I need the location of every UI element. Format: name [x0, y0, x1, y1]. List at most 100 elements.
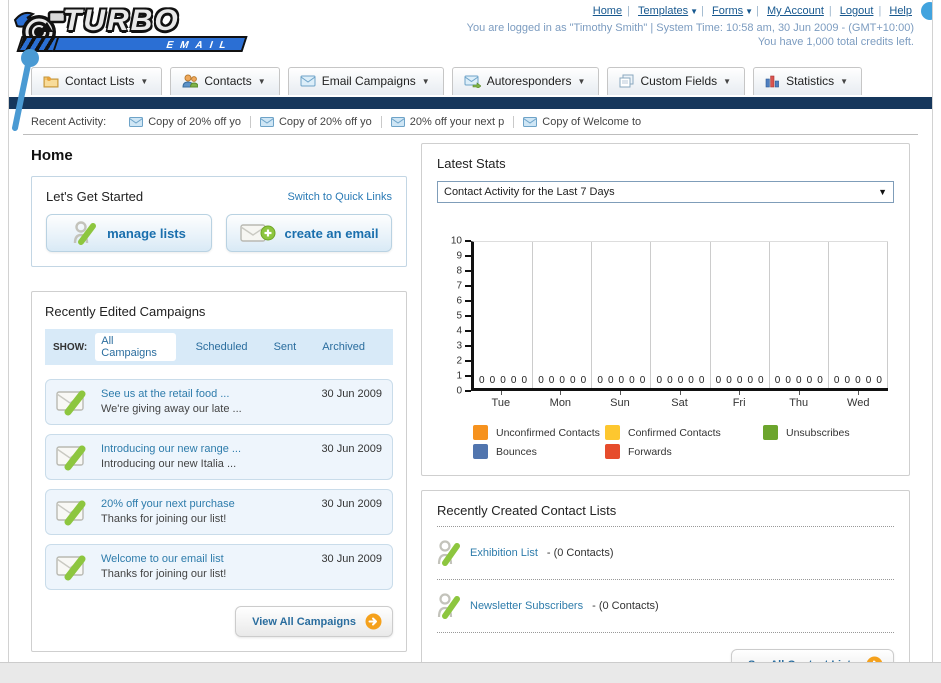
chevron-down-icon: ▼	[840, 76, 849, 86]
chart-value-label: 0	[698, 375, 705, 386]
separator: |	[756, 5, 759, 17]
chart-value-row: 00000	[770, 375, 828, 386]
chart-value-row: 00000	[474, 375, 532, 386]
y-tick-label: 2	[456, 355, 462, 367]
recent-activity-item[interactable]: 20% off your next p	[382, 115, 515, 128]
tab-contacts[interactable]: Contacts ▼	[170, 67, 280, 95]
contact-list-link[interactable]: Exhibition List	[470, 547, 538, 559]
chart-value-label: 0	[726, 375, 732, 386]
header-link-my-account[interactable]: My Account	[767, 5, 824, 17]
create-email-button[interactable]: create an email	[226, 214, 392, 252]
chart-value-label: 0	[500, 375, 506, 386]
y-tick-mark	[465, 255, 471, 257]
navy-divider-bar	[9, 97, 932, 109]
chart-value-label: 0	[667, 375, 673, 386]
left-column: Home Let's Get Started Switch to Quick L…	[31, 143, 407, 662]
header-link-templates[interactable]: Templates	[638, 5, 688, 17]
tab-label: Email Campaigns	[321, 74, 416, 88]
chart-value-label: 0	[538, 375, 544, 386]
chart-value-label: 0	[774, 375, 781, 386]
bar-chart-icon	[765, 75, 780, 88]
turbo-email-logo: TURBO EMAIL	[11, 4, 261, 56]
chart-value-label: 0	[677, 375, 684, 386]
campaign-title-link[interactable]: Introducing our new range ...	[101, 443, 312, 455]
campaign-title-link[interactable]: See us at the retail food ...	[101, 388, 312, 400]
chart-value-label: 0	[758, 375, 764, 386]
y-tick-mark	[465, 330, 471, 332]
campaign-list-item[interactable]: 20% off your next purchase Thanks for joi…	[45, 489, 393, 535]
chevron-down-icon: ▼	[577, 76, 586, 86]
recent-activity-item[interactable]: Copy of 20% off yo	[120, 115, 251, 128]
y-tick-label: 8	[456, 265, 462, 277]
legend-label: Forwards	[628, 445, 672, 458]
envelope-plus-icon	[239, 224, 276, 242]
chart-value-label: 0	[510, 375, 517, 386]
tab-custom-fields[interactable]: Custom Fields ▼	[607, 67, 746, 95]
tab-contact-lists[interactable]: Contact Lists ▼	[31, 67, 163, 95]
campaign-list-item[interactable]: See us at the retail food ... We're givin…	[45, 379, 393, 425]
chevron-down-icon: ▼	[690, 7, 699, 16]
filter-scheduled[interactable]: Scheduled	[190, 339, 254, 355]
contact-list-items: Exhibition List - (0 Contacts) Newsletter …	[437, 535, 894, 633]
campaign-list: See us at the retail food ... We're givin…	[45, 379, 393, 590]
filter-all-campaigns[interactable]: All Campaigns	[95, 333, 176, 361]
chart-value-row: 00000	[829, 375, 887, 386]
tab-label: Statistics	[786, 74, 835, 88]
recent-activity-item[interactable]: Copy of 20% off yo	[251, 115, 382, 128]
header-link-forms[interactable]: Forms	[712, 5, 743, 17]
filter-archived[interactable]: Archived	[316, 339, 371, 355]
header-link-help[interactable]: Help	[889, 5, 912, 17]
envelope-icon	[390, 116, 405, 127]
login-info: You are logged in as "Timothy Smith" | S…	[466, 22, 914, 34]
switch-quick-links-link[interactable]: Switch to Quick Links	[287, 191, 392, 203]
contact-list-item[interactable]: Newsletter Subscribers - (0 Contacts)	[437, 588, 894, 624]
y-tick-mark	[465, 300, 471, 302]
chart-value-label: 0	[715, 375, 722, 386]
campaign-text: Introducing our new range ... Introducing…	[101, 443, 312, 470]
header-link-home[interactable]: Home	[593, 5, 622, 17]
tab-label: Autoresponders	[486, 74, 572, 88]
header-link-logout[interactable]: Logout	[840, 5, 874, 17]
view-all-campaigns-button[interactable]: View All Campaigns	[235, 606, 393, 637]
legend-swatch	[763, 425, 778, 440]
chevron-down-icon: ▼	[745, 7, 754, 16]
campaign-subtitle: We're giving away our late ...	[101, 403, 242, 415]
tab-statistics[interactable]: Statistics ▼	[753, 67, 863, 95]
see-all-contact-lists-button[interactable]: See All Contact Lists	[730, 649, 894, 662]
chart-value-label: 0	[833, 375, 840, 386]
campaign-list-item[interactable]: Welcome to our email list Thanks for join…	[45, 544, 393, 590]
chart-value-label: 0	[570, 375, 576, 386]
tab-autoresponders[interactable]: Autoresponders ▼	[451, 67, 600, 95]
tab-email-campaigns[interactable]: Email Campaigns ▼	[287, 67, 444, 95]
chart-y-axis: 10 9 8 7 6 5 4 3 2 1 0	[437, 236, 471, 397]
stats-period-select[interactable]: Contact Activity for the Last 7 Days ▼	[437, 181, 894, 203]
y-tick-mark	[465, 270, 471, 272]
manage-lists-label: manage lists	[107, 225, 186, 241]
contact-list-link[interactable]: Newsletter Subscribers	[470, 600, 583, 612]
contact-list-item[interactable]: Exhibition List - (0 Contacts)	[437, 535, 894, 571]
chart-plot-area: 00000000000000000000000000000000000	[471, 241, 888, 391]
x-tick-label: Sat	[650, 391, 710, 409]
chart-day-group: 00000	[533, 242, 593, 388]
legend-label: Confirmed Contacts	[628, 426, 721, 439]
contact-activity-chart: 10 9 8 7 6 5 4 3 2 1 0 000000000000000000000000000…	[437, 236, 894, 397]
filter-sent[interactable]: Sent	[268, 339, 303, 355]
campaign-list-item[interactable]: Introducing our new range ... Introducing…	[45, 434, 393, 480]
chart-value-row: 00000	[592, 375, 650, 386]
campaign-date: 30 Jun 2009	[321, 498, 382, 510]
chevron-down-icon: ▼	[140, 76, 149, 86]
campaign-title-link[interactable]: Welcome to our email list	[101, 553, 312, 565]
manage-lists-button[interactable]: manage lists	[46, 214, 212, 252]
folder-icon	[43, 76, 59, 88]
chart-value-label: 0	[597, 375, 603, 386]
campaign-title-link[interactable]: 20% off your next purchase	[101, 498, 312, 510]
contact-list-count: - (0 Contacts)	[592, 600, 659, 612]
chart-day-group: 00000	[592, 242, 652, 388]
chart-day-group: 00000	[829, 242, 888, 388]
recent-activity-item[interactable]: Copy of Welcome to	[514, 116, 650, 128]
corner-dot-decoration	[921, 2, 932, 20]
legend-swatch	[473, 444, 488, 459]
latest-stats-title: Latest Stats	[437, 156, 506, 171]
person-pencil-icon	[437, 540, 460, 566]
chart-value-label: 0	[607, 375, 614, 386]
